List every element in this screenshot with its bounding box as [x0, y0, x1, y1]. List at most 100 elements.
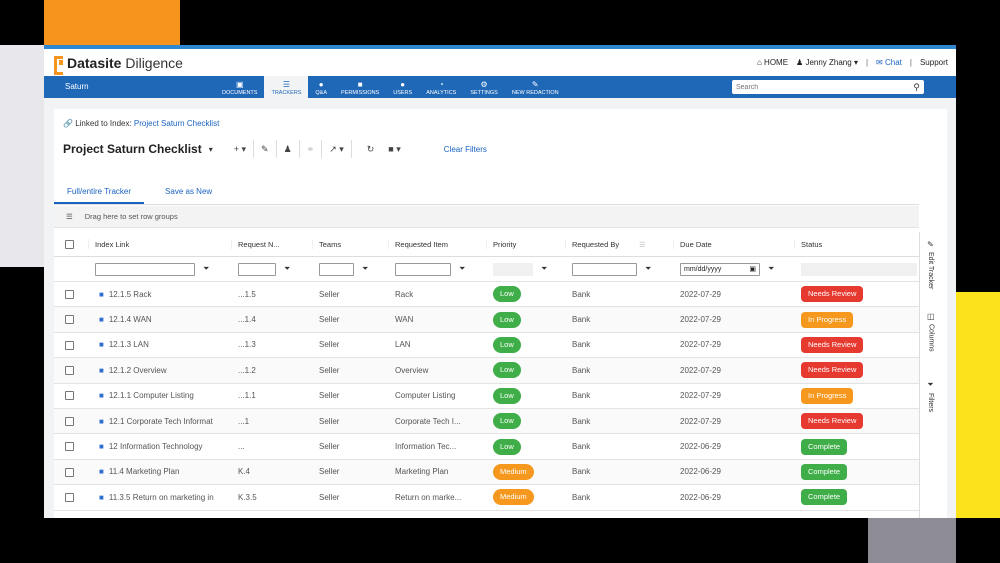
select-all-checkbox[interactable]: [65, 239, 74, 249]
index-link-cell[interactable]: 11.3.5 Return on marketing in: [109, 493, 214, 502]
export-button[interactable]: ↗ ▾: [322, 140, 352, 158]
project-name[interactable]: Saturn: [65, 82, 89, 91]
status-badge[interactable]: In Progress: [801, 311, 854, 328]
col-header-status[interactable]: Status: [795, 239, 920, 249]
status-badge[interactable]: In Progress: [801, 387, 854, 404]
nav-item-q-a[interactable]: ● Q&A: [308, 76, 334, 98]
index-link-cell[interactable]: 12.1.3 LAN: [109, 340, 149, 349]
index-link-cell[interactable]: 12.1.5 Rack: [109, 290, 152, 299]
chevron-down-icon[interactable]: ▾: [209, 145, 213, 154]
user-menu[interactable]: ♟ Jenny Zhang ▾: [796, 58, 858, 67]
row-checkbox[interactable]: [65, 289, 74, 299]
row-checkbox[interactable]: [65, 416, 74, 426]
priority-badge[interactable]: Medium: [493, 463, 534, 480]
filter-icon[interactable]: ⏷: [459, 264, 465, 274]
status-badge[interactable]: Needs Review: [801, 362, 864, 379]
status-badge[interactable]: Complete: [801, 489, 848, 506]
filter-icon[interactable]: ⏷: [284, 264, 290, 274]
row-group-panel[interactable]: ☰ Drag here to set row groups: [54, 206, 919, 228]
nav-item-trackers[interactable]: ☰ TRACKERS: [264, 76, 309, 98]
nav-item-settings[interactable]: ⚙ SETTINGS: [463, 76, 505, 98]
row-checkbox[interactable]: [65, 467, 74, 477]
col-header-index-link[interactable]: Index Link: [89, 239, 232, 249]
clear-filters-button[interactable]: Clear Filters: [444, 145, 487, 154]
support-link[interactable]: Support: [920, 58, 948, 67]
index-link-cell[interactable]: 12.1.4 WAN: [109, 315, 152, 324]
request-number-filter-input[interactable]: [238, 262, 276, 276]
table-row[interactable]: ■ 12.1.4 WAN ...1.4 Seller WAN Low Bank 2022-07…: [54, 307, 920, 333]
nav-item-new-redaction[interactable]: ✎ NEW REDACTION: [505, 76, 566, 98]
table-row[interactable]: ■ 12.1.3 LAN ...1.3 Seller LAN Low Bank 2022-07…: [54, 333, 920, 359]
datasite-logo[interactable]: Datasite Diligence: [54, 55, 183, 75]
nav-item-documents[interactable]: ▣ DOCUMENTS: [215, 76, 264, 98]
link-icon[interactable]: ⚭: [300, 140, 323, 158]
index-link-cell[interactable]: 12.1.1 Computer Listing: [109, 391, 194, 400]
filter-icon[interactable]: ⏷: [203, 264, 209, 274]
index-link-cell[interactable]: 11.4 Marketing Plan: [109, 467, 180, 476]
home-link[interactable]: ⌂ HOME: [757, 58, 788, 67]
filter-icon[interactable]: ⏷: [645, 264, 651, 274]
row-checkbox[interactable]: [65, 315, 74, 325]
col-header-requested-by[interactable]: Requested By ☰: [566, 239, 674, 249]
assign-user-icon[interactable]: ♟: [277, 140, 300, 158]
table-row[interactable]: ■ 11.3.5 Return on marketing in K.3.5 Selle…: [54, 485, 920, 511]
tracker-title[interactable]: Project Saturn Checklist: [63, 142, 202, 156]
nav-item-users[interactable]: ● USERS: [386, 76, 419, 98]
priority-badge[interactable]: Low: [493, 438, 521, 455]
status-badge[interactable]: Needs Review: [801, 286, 864, 303]
side-filters[interactable]: ⏷ Filters: [927, 380, 934, 412]
teams-filter-input[interactable]: [319, 262, 354, 276]
row-checkbox[interactable]: [65, 391, 74, 401]
table-row[interactable]: ■ 11.4 Marketing Plan K.4 Seller Marketing P…: [54, 459, 920, 486]
nav-item-analytics[interactable]: ◔ ANALYTICS: [419, 76, 463, 98]
row-checkbox[interactable]: [65, 340, 74, 350]
search-box[interactable]: ⚲: [732, 80, 924, 94]
status-badge[interactable]: Needs Review: [801, 336, 864, 353]
table-row[interactable]: ■ 12.1.2 Overview ...1.2 Seller Overview Low B…: [54, 358, 920, 384]
status-badge[interactable]: Complete: [801, 438, 848, 455]
row-checkbox[interactable]: [65, 493, 74, 503]
filter-icon[interactable]: ⏷: [362, 264, 368, 274]
status-badge[interactable]: Needs Review: [801, 413, 864, 430]
tab-save-as-new[interactable]: Save as New: [152, 185, 225, 204]
nav-item-permissions[interactable]: ■ PERMISSIONS: [334, 76, 386, 98]
priority-badge[interactable]: Low: [493, 413, 521, 430]
table-row[interactable]: ■ 12 Information Technology... Seller Infor…: [54, 434, 920, 460]
add-button[interactable]: + ▾: [227, 140, 255, 158]
calendar-icon[interactable]: ▣: [749, 265, 756, 273]
priority-badge[interactable]: Medium: [493, 489, 534, 506]
col-header-requested-item[interactable]: Requested Item: [389, 239, 487, 249]
tab-full-tracker[interactable]: Full/entire Tracker: [54, 185, 145, 204]
refresh-icon[interactable]: ↻: [360, 140, 382, 158]
index-link-cell[interactable]: 12 Information Technology: [109, 442, 203, 451]
side-columns[interactable]: ◫ Columns: [927, 312, 935, 352]
status-badge[interactable]: Complete: [801, 463, 848, 480]
column-menu-icon[interactable]: ☰: [639, 242, 645, 249]
table-row[interactable]: ■ 12.1.1 Computer Listing ...1.1 Seller Comp…: [54, 384, 920, 409]
edit-icon[interactable]: ✎: [254, 140, 277, 158]
search-icon[interactable]: ⚲: [913, 82, 920, 93]
priority-badge[interactable]: Low: [493, 362, 521, 379]
index-link-filter-input[interactable]: [95, 262, 195, 276]
col-header-priority[interactable]: Priority: [487, 239, 566, 249]
linked-index-link[interactable]: Project Saturn Checklist: [134, 119, 219, 128]
priority-badge[interactable]: Low: [493, 311, 521, 328]
filter-icon[interactable]: ⏷: [541, 264, 547, 274]
col-header-teams[interactable]: Teams: [313, 239, 389, 249]
col-header-request-number[interactable]: Request N...: [232, 239, 313, 249]
priority-badge[interactable]: Low: [493, 286, 521, 303]
index-link-cell[interactable]: 12.1.2 Overview: [109, 366, 167, 375]
table-row[interactable]: ■ 12.1 Corporate Tech Informat ...1 Seller C…: [54, 408, 920, 435]
priority-badge[interactable]: Low: [493, 336, 521, 353]
side-edit-tracker[interactable]: ✎ Edit Tracker: [927, 240, 934, 289]
chat-link[interactable]: ✉ Chat: [876, 58, 902, 67]
priority-filter-select[interactable]: [493, 262, 533, 276]
row-checkbox[interactable]: [65, 366, 74, 376]
due-date-filter-input[interactable]: mm/dd/yyyy ▣: [680, 262, 760, 276]
search-input[interactable]: [736, 83, 914, 91]
index-link-cell[interactable]: 12.1 Corporate Tech Informat: [109, 417, 213, 426]
requested-by-filter-input[interactable]: [572, 262, 637, 276]
col-header-due-date[interactable]: Due Date: [674, 239, 795, 249]
requested-item-filter-input[interactable]: [395, 262, 451, 276]
table-row[interactable]: ■ 12.1.5 Rack ...1.5 Seller Rack Low Bank 2022-…: [54, 282, 920, 308]
